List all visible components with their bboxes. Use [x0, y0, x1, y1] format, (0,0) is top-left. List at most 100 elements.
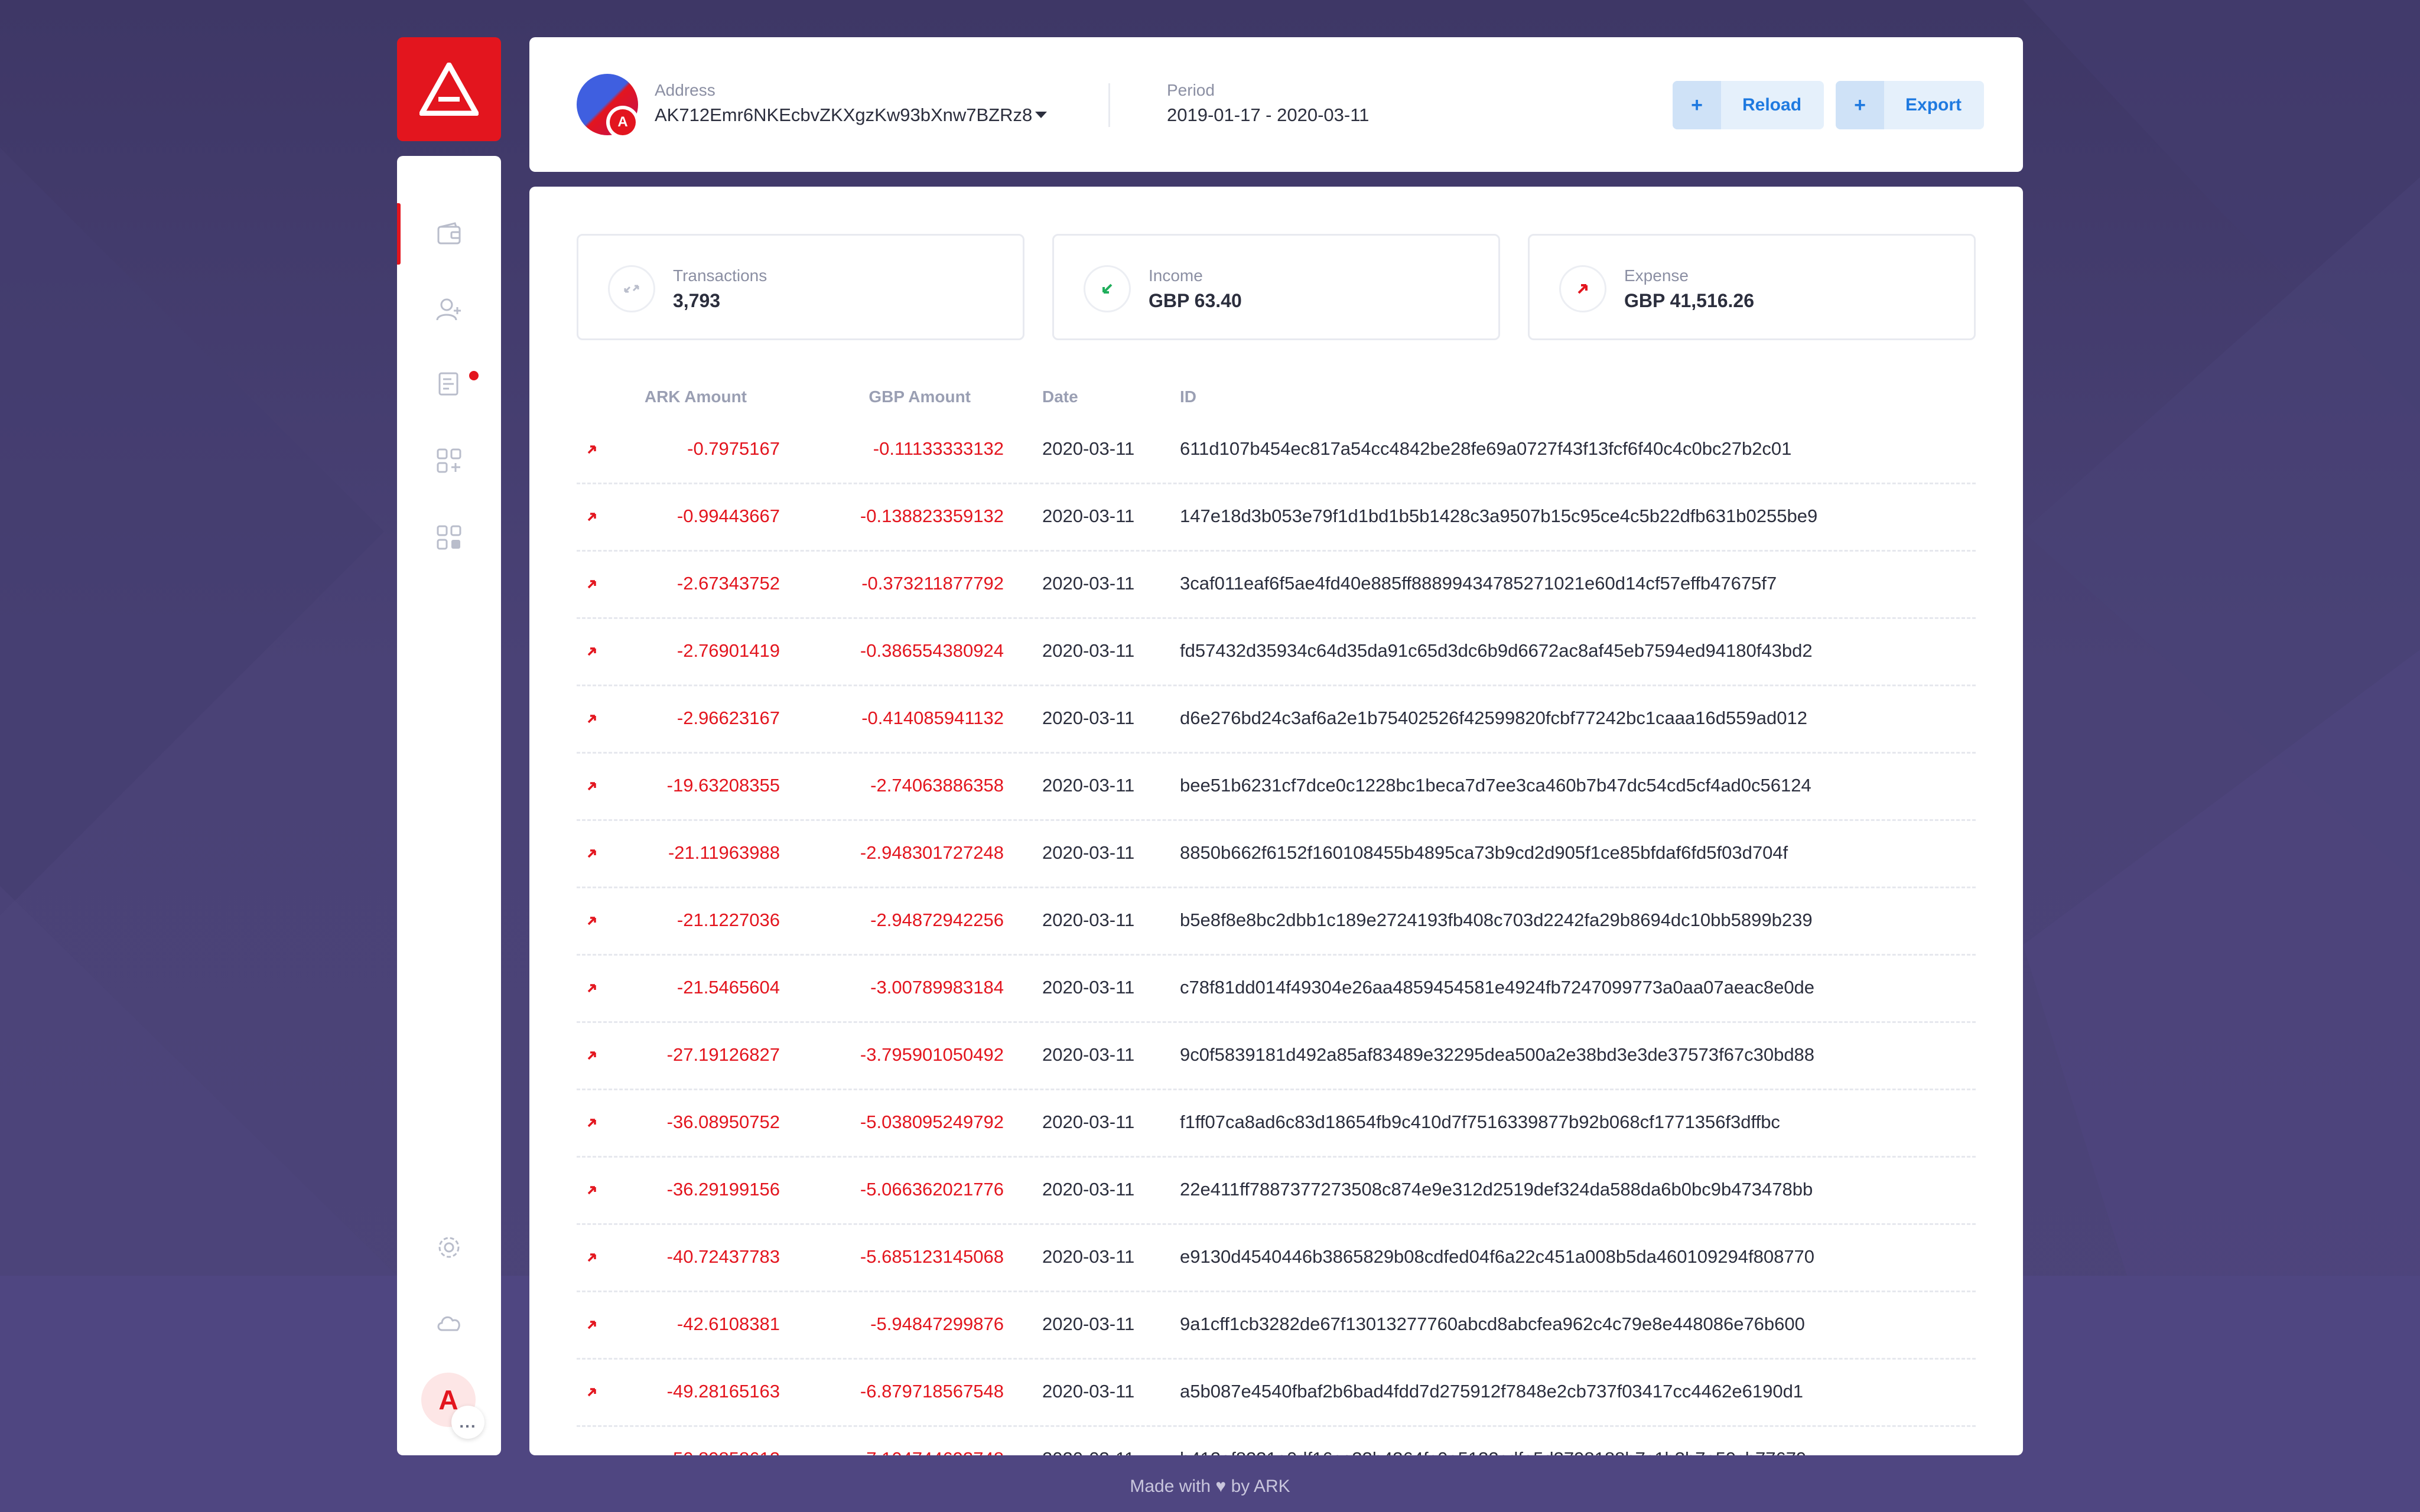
- table-row[interactable]: -36.08950752 -5.038095249792 2020-03-11 f1f…: [577, 1090, 1976, 1158]
- gbp-amount: -0.373211877792: [861, 573, 1004, 594]
- expense-arrow-icon: [1559, 265, 1606, 312]
- ark-amount: -21.11963988: [668, 842, 780, 863]
- profile-more-button[interactable]: ...: [451, 1406, 484, 1439]
- plugin-manager-icon: [437, 525, 461, 550]
- transaction-id[interactable]: e9130d4540446b3865829b08cdfed04f6a22c451…: [1180, 1246, 1814, 1267]
- transaction-id[interactable]: f1ff07ca8ad6c83d18654fb9c410d7f751633987…: [1180, 1112, 1780, 1133]
- transaction-date: 2020-03-11: [1042, 842, 1135, 863]
- transaction-date: 2020-03-11: [1042, 977, 1135, 998]
- transaction-date: 2020-03-11: [1042, 506, 1135, 526]
- ark-amount: -36.29199156: [666, 1179, 780, 1200]
- transaction-id[interactable]: 22e411ff7887377273508c874e9e312d2519def3…: [1180, 1179, 1813, 1200]
- table-row[interactable]: -0.99443667 -0.138823359132 2020-03-11 147e…: [577, 484, 1976, 552]
- sent-arrow-icon: [579, 1379, 605, 1405]
- sidebar-item-plugins[interactable]: [397, 430, 501, 491]
- table-row[interactable]: -36.29199156 -5.066362021776 2020-03-11 22e…: [577, 1158, 1976, 1225]
- expense-value: GBP 41,516.26: [1624, 290, 1755, 311]
- ark-logo[interactable]: [397, 37, 501, 141]
- table-row[interactable]: -0.7975167 -0.11133333132 2020-03-11 611d10…: [577, 417, 1976, 484]
- reload-button[interactable]: + Reload: [1673, 81, 1824, 129]
- network-badge: A: [606, 106, 639, 139]
- transaction-id[interactable]: bee51b6231cf7dce0c1228bc1beca7d7ee3ca460…: [1180, 775, 1811, 796]
- income-arrow-icon: [1084, 265, 1131, 312]
- transaction-date: 2020-03-11: [1042, 573, 1135, 594]
- transaction-id[interactable]: c78f81dd014f49304e26aa4859454581e4924fb7…: [1180, 977, 1814, 998]
- table-row[interactable]: -19.63208355 -2.74063886358 2020-03-11 bee5…: [577, 754, 1976, 821]
- transaction-id[interactable]: b5e8f8e8bc2dbb1c189e2724193fb408c703d224…: [1180, 910, 1813, 931]
- sent-arrow-icon: [579, 1312, 605, 1338]
- transaction-id[interactable]: d6e276bd24c3af6a2e1b75402526f42599820fcb…: [1180, 708, 1807, 729]
- sent-arrow-icon: [579, 840, 605, 866]
- gbp-amount: -5.685123145068: [860, 1246, 1004, 1267]
- wallet-icon: [437, 222, 461, 245]
- network-cloud-icon: [437, 1316, 460, 1331]
- ark-amount: -42.6108381: [676, 1314, 780, 1334]
- transaction-date: 2020-03-11: [1042, 640, 1135, 661]
- gbp-amount: -0.386554380924: [860, 640, 1004, 661]
- table-row[interactable]: -42.6108381 -5.94847299876 2020-03-11 9a1cf…: [577, 1292, 1976, 1360]
- table-row[interactable]: -40.72437783 -5.685123145068 2020-03-11 e91…: [577, 1225, 1976, 1292]
- transaction-date: 2020-03-11: [1042, 910, 1135, 930]
- column-header-gbp[interactable]: GBP Amount: [869, 387, 971, 406]
- sent-arrow-icon: [579, 1244, 605, 1270]
- period-value[interactable]: 2019-01-17 - 2020-03-11: [1167, 105, 1369, 126]
- export-button-label: Export: [1905, 95, 1962, 115]
- gbp-amount: -2.94872942256: [870, 910, 1004, 930]
- transaction-id[interactable]: 8850b662f6152f160108455b4895ca73b9cd2d90…: [1180, 842, 1788, 863]
- gbp-amount: -2.948301727248: [860, 842, 1004, 863]
- transaction-date: 2020-03-11: [1042, 438, 1135, 459]
- transaction-id[interactable]: 147e18d3b053e79f1d1bd1b5b1428c3a9507b15c…: [1180, 506, 1817, 527]
- sidebar-item-network[interactable]: [397, 1292, 501, 1354]
- transaction-id[interactable]: b412af8231e0df16ce33b4364fc0a5132cdfe5d3…: [1180, 1448, 1806, 1455]
- sent-arrow-icon: [579, 504, 605, 530]
- transaction-date: 2020-03-11: [1042, 1246, 1135, 1267]
- address-value[interactable]: AK712Emr6NKEcbvZKXgzKw93bXnw7BZRz8: [655, 105, 1032, 126]
- table-row[interactable]: -2.67343752 -0.373211877792 2020-03-11 3caf…: [577, 552, 1976, 619]
- transaction-id[interactable]: 9a1cff1cb3282de67f13013277760abcd8abcfea…: [1180, 1314, 1805, 1335]
- header-divider: [1108, 83, 1110, 127]
- table-row[interactable]: -21.11963988 -2.948301727248 2020-03-11 885…: [577, 821, 1976, 888]
- ark-amount: -2.76901419: [676, 640, 780, 661]
- transactions-panel: Transactions 3,793 Income GBP 63.40 Expe…: [529, 187, 2023, 1455]
- transaction-id[interactable]: 9c0f5839181d492a85af83489e32295dea500a2e…: [1180, 1044, 1814, 1065]
- transaction-date: 2020-03-11: [1042, 1381, 1135, 1402]
- sidebar-item-announcements[interactable]: [397, 353, 501, 415]
- column-header-id[interactable]: ID: [1180, 387, 1196, 406]
- address-dropdown-caret[interactable]: [1035, 112, 1047, 118]
- export-button[interactable]: + Export: [1836, 81, 1985, 129]
- sent-arrow-icon: [579, 706, 605, 732]
- ark-amount: -2.96623167: [676, 708, 780, 728]
- expense-label: Expense: [1624, 266, 1689, 285]
- sidebar-item-plugin-manager[interactable]: [397, 507, 501, 568]
- table-row[interactable]: -21.1227036 -2.94872942256 2020-03-11 b5e8f…: [577, 888, 1976, 956]
- sidebar-item-contacts[interactable]: [397, 279, 501, 340]
- transaction-id[interactable]: 3caf011eaf6f5ae4fd40e885ff88899434785271…: [1180, 573, 1777, 594]
- gbp-amount: -5.066362021776: [860, 1179, 1004, 1200]
- gbp-amount: -3.00789983184: [870, 977, 1004, 998]
- table-row[interactable]: -49.28165163 -6.879718567548 2020-03-11 a5b…: [577, 1360, 1976, 1427]
- transactions-table: -0.7975167 -0.11133333132 2020-03-11 611d10…: [577, 417, 1976, 1455]
- table-row[interactable]: -21.5465604 -3.00789983184 2020-03-11 c78f8…: [577, 956, 1976, 1023]
- gbp-amount: -3.795901050492: [860, 1044, 1004, 1065]
- column-header-date[interactable]: Date: [1042, 387, 1078, 406]
- settings-icon: [438, 1237, 460, 1258]
- sidebar-item-wallets[interactable]: [397, 203, 501, 265]
- ark-logo-icon: [419, 63, 479, 116]
- transaction-id[interactable]: 611d107b454ec817a54cc4842be28fe69a0727f4…: [1180, 438, 1791, 460]
- gbp-amount: -0.11133333132: [873, 438, 1004, 459]
- table-row[interactable]: -50.89858612 -7.104744693748 2020-03-11 b41…: [577, 1427, 1976, 1455]
- table-row[interactable]: -2.76901419 -0.386554380924 2020-03-11 fd57…: [577, 619, 1976, 686]
- gbp-amount: -7.104744693748: [860, 1448, 1004, 1455]
- gbp-amount: -5.038095249792: [860, 1112, 1004, 1132]
- transaction-id[interactable]: fd57432d35934c64d35da91c65d3dc6b9d6672ac…: [1180, 640, 1813, 662]
- column-header-ark[interactable]: ARK Amount: [645, 387, 747, 406]
- transaction-id[interactable]: a5b087e4540fbaf2b6bad4fdd7d275912f7848e2…: [1180, 1381, 1803, 1402]
- gbp-amount: -6.879718567548: [860, 1381, 1004, 1402]
- reload-button-label: Reload: [1742, 95, 1802, 115]
- table-row[interactable]: -27.19126827 -3.795901050492 2020-03-11 9c0…: [577, 1023, 1976, 1090]
- sidebar-item-settings[interactable]: [397, 1217, 501, 1278]
- contacts-icon: [436, 298, 461, 321]
- sent-arrow-icon: [579, 1177, 605, 1203]
- table-row[interactable]: -2.96623167 -0.414085941132 2020-03-11 d6e2…: [577, 686, 1976, 754]
- transfer-icon: [608, 265, 655, 312]
